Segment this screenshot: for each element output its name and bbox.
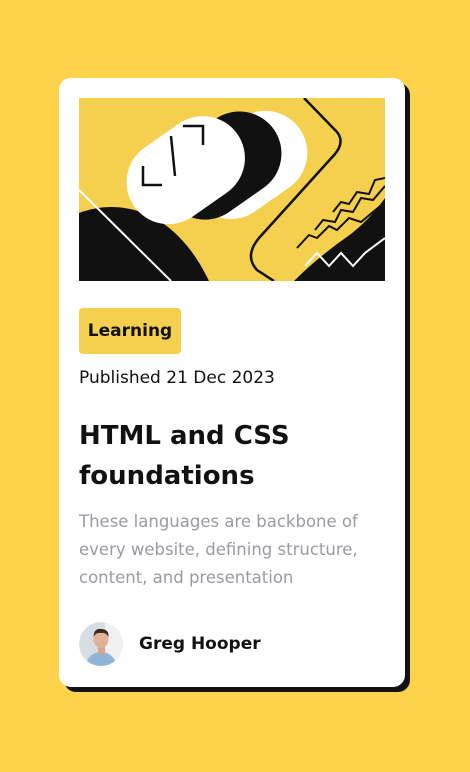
blog-preview-card: Learning Published 21 Dec 2023 HTML and … bbox=[59, 78, 405, 687]
card-description: These languages are backbone of every we… bbox=[79, 512, 358, 587]
author: Greg Hooper bbox=[79, 622, 261, 666]
card-title[interactable]: HTML and CSS foundations bbox=[79, 416, 385, 496]
hero-illustration bbox=[79, 98, 385, 281]
author-name: Greg Hooper bbox=[139, 634, 261, 654]
category-tag: Learning bbox=[79, 308, 181, 354]
published-date: Published 21 Dec 2023 bbox=[79, 368, 275, 388]
avatar bbox=[79, 622, 123, 666]
